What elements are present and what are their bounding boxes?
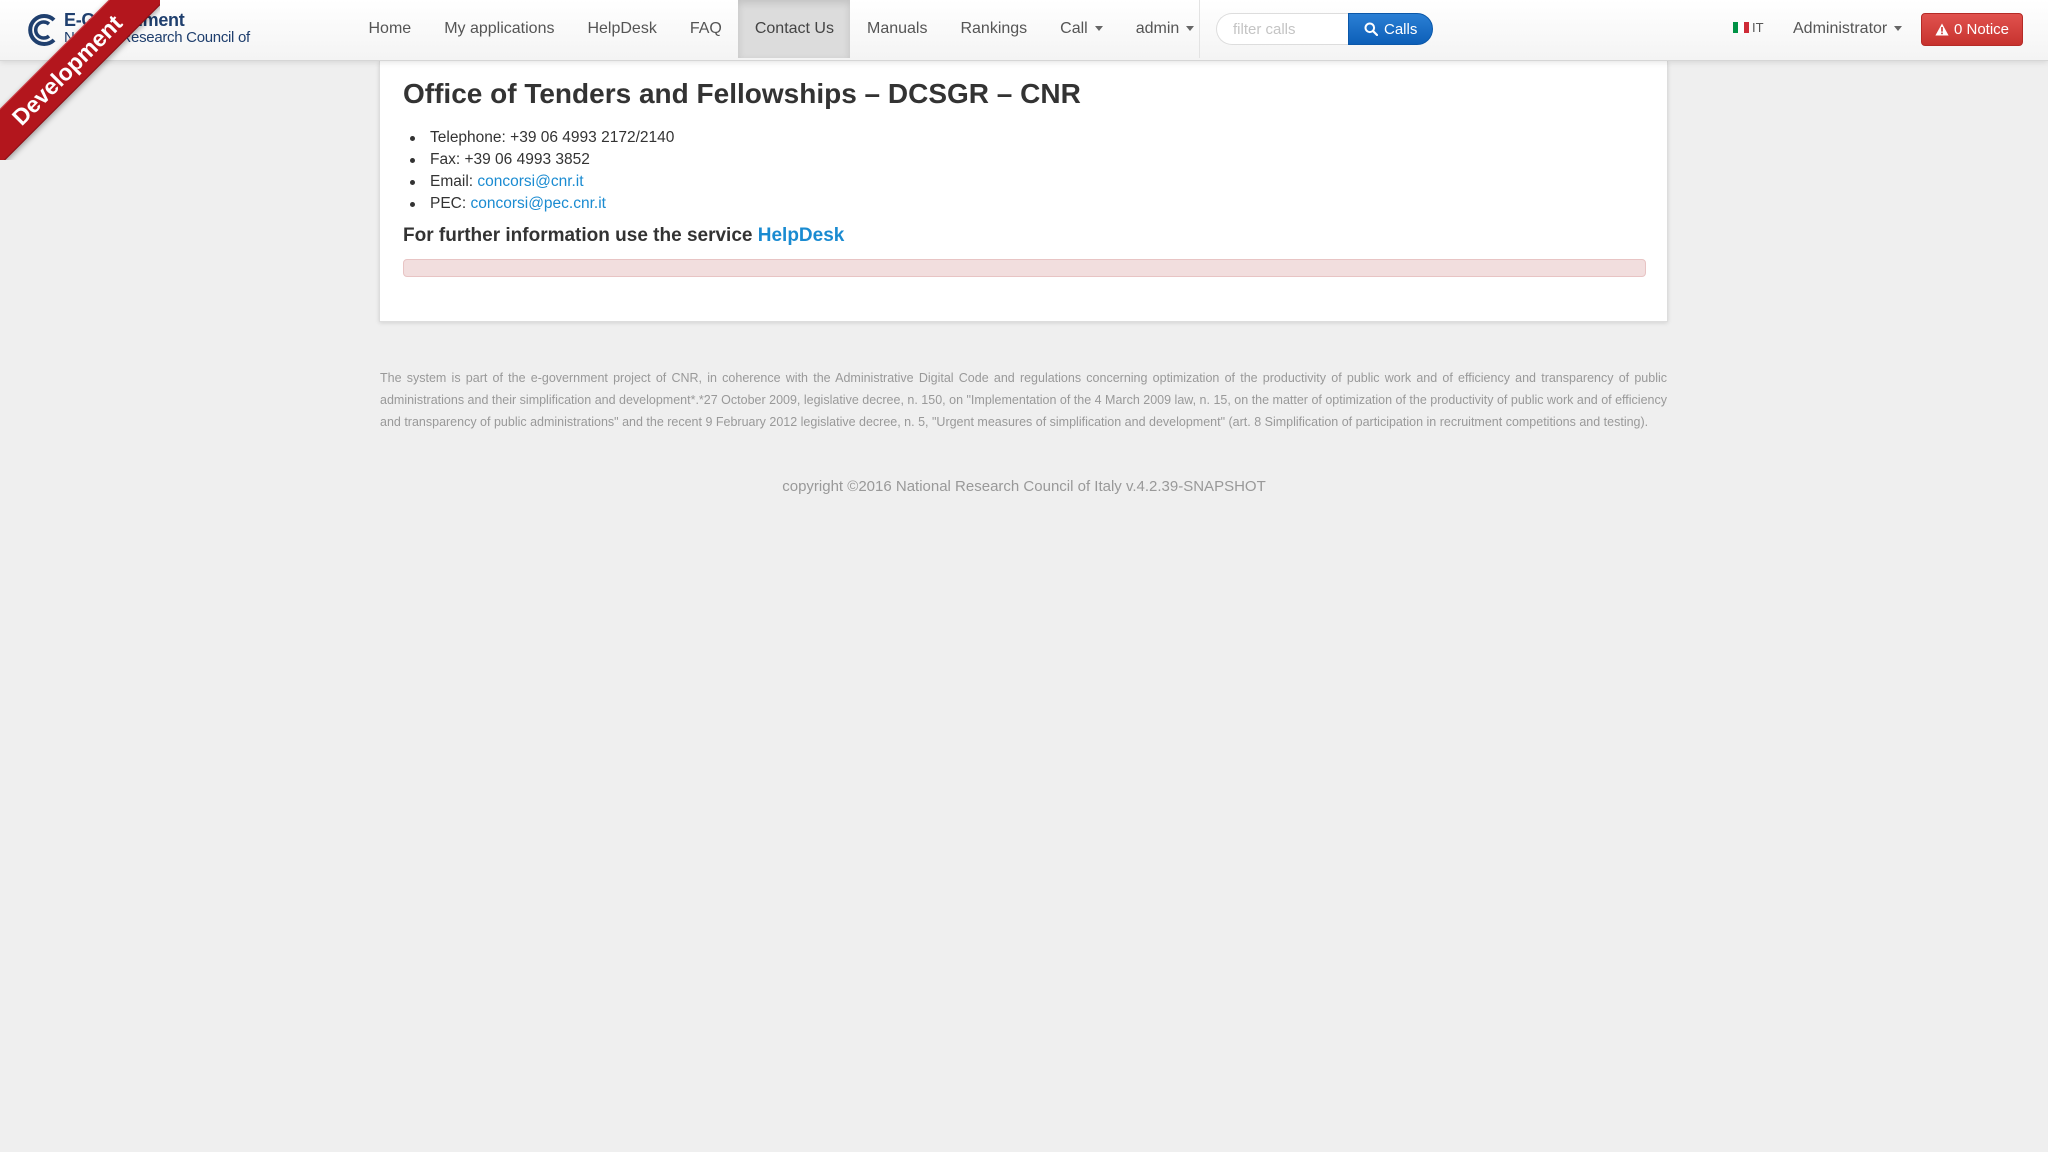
brand-logo[interactable]: E-Government National Research Council o… (24, 8, 274, 63)
contact-telephone-label: Telephone: (430, 129, 511, 146)
nav-divider (1199, 0, 1200, 58)
cnr-logo-icon (28, 14, 56, 46)
contact-pec-label: PEC: (430, 195, 471, 212)
top-navbar: E-Government National Research Council o… (0, 0, 2048, 63)
nav-admin-dropdown[interactable]: admin (1119, 0, 1211, 58)
search-calls-button[interactable]: Calls (1348, 13, 1434, 45)
nav-contact-us[interactable]: Contact Us (738, 0, 851, 58)
contact-panel: Office of Tenders and Fellowships – DCSG… (379, 61, 1668, 322)
pec-link[interactable]: concorsi@pec.cnr.it (470, 195, 605, 212)
nav-faq[interactable]: FAQ (673, 0, 738, 58)
nav-rankings-label: Rankings (960, 20, 1028, 37)
contact-email: Email: concorsi@cnr.it (409, 171, 674, 193)
nav-call-label: Call (1060, 20, 1088, 37)
brand-subtitle: National Research Council of Italy (64, 29, 250, 63)
contact-telephone: Telephone: +39 06 4993 2172/2140 (409, 127, 675, 149)
footer-disclaimer: The system is part of the e-government p… (380, 371, 1667, 429)
caret-down-icon (1894, 26, 1903, 32)
footer-copyright: copyright ©2016 National Research Counci… (782, 478, 1266, 495)
language-switch[interactable]: IT (1733, 20, 1764, 35)
helpdesk-link[interactable]: HelpDesk (758, 225, 845, 246)
search-form: Calls (1216, 13, 1434, 45)
italy-flag-icon (1733, 22, 1749, 33)
nav-call-dropdown[interactable]: Call (1044, 0, 1120, 58)
nav-faq-label: FAQ (689, 20, 722, 37)
contact-pec: PEC: concorsi@pec.cnr.it (409, 193, 674, 215)
brand-title: E-Government (64, 10, 185, 30)
further-info: For further information use the service … (403, 225, 844, 247)
caret-down-icon (1186, 26, 1195, 32)
nav-rankings[interactable]: Rankings (944, 0, 1044, 58)
search-input[interactable] (1216, 13, 1348, 45)
email-link[interactable]: concorsi@cnr.it (477, 173, 583, 190)
nav-my-applications-label: My applications (444, 20, 555, 37)
notice-label: 0 Notice (1954, 21, 2010, 38)
contact-fax-label: Fax: (430, 151, 465, 168)
language-code: IT (1752, 20, 1764, 35)
alert-bar (403, 259, 1646, 277)
nav-helpdesk-label: HelpDesk (587, 20, 657, 37)
nav-manuals[interactable]: Manuals (850, 0, 943, 58)
contact-fax: Fax: +39 06 4993 3852 (409, 149, 674, 171)
contact-email-label: Email: (430, 173, 478, 190)
nav-my-applications[interactable]: My applications (428, 0, 571, 58)
nav-admin-label: admin (1135, 20, 1180, 37)
further-info-text: For further information use the service (403, 225, 758, 246)
search-button-label: Calls (1384, 20, 1418, 38)
nav-manuals-label: Manuals (866, 20, 928, 37)
search-icon (1364, 22, 1378, 36)
nav-home[interactable]: Home (352, 0, 428, 58)
contact-list: Telephone: +39 06 4993 2172/2140 Fax: +3… (409, 127, 675, 215)
caret-down-icon (1094, 26, 1103, 32)
page-title: Office of Tenders and Fellowships – DCSG… (403, 78, 1081, 109)
user-menu-dropdown[interactable]: Administrator (1793, 0, 1903, 58)
nav-contact-us-label: Contact Us (754, 20, 834, 37)
contact-fax-value: +39 06 4993 3852 (464, 151, 590, 168)
contact-telephone-value: +39 06 4993 2172/2140 (510, 129, 675, 146)
user-menu-label: Administrator (1793, 20, 1888, 37)
warning-icon (1935, 23, 1949, 36)
notice-button[interactable]: 0 Notice (1921, 13, 2024, 46)
nav-home-label: Home (368, 20, 412, 37)
nav-helpdesk[interactable]: HelpDesk (571, 0, 673, 58)
main-nav: Home My applications HelpDesk FAQ Contac… (352, 0, 1211, 58)
